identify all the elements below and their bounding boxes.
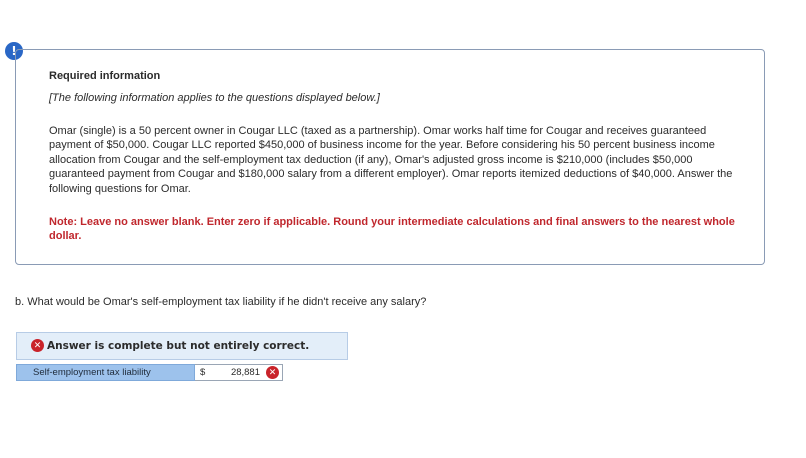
info-subtitle: [The following information applies to th… xyxy=(49,92,380,104)
currency-symbol: $ xyxy=(200,367,206,378)
answer-label: Self-employment tax liability xyxy=(16,364,195,381)
result-banner-text: Answer is complete but not entirely corr… xyxy=(47,340,310,352)
question-text: b. What would be Omar's self-employment … xyxy=(15,296,427,308)
info-note: Note: Leave no answer blank. Enter zero … xyxy=(49,216,735,243)
answer-input-field[interactable]: $ 28,881 ✕ xyxy=(195,364,283,381)
incorrect-x-icon: ✕ xyxy=(31,339,44,352)
answer-row: Self-employment tax liability $ 28,881 ✕ xyxy=(16,364,283,381)
answer-value: 28,881 xyxy=(230,367,260,378)
info-body: Omar (single) is a 50 percent owner in C… xyxy=(49,125,733,195)
incorrect-x-icon: ✕ xyxy=(266,366,279,379)
required-information-panel: Required information [The following info… xyxy=(15,49,765,265)
info-title: Required information xyxy=(49,70,161,82)
result-banner: ✕ Answer is complete but not entirely co… xyxy=(16,332,348,360)
